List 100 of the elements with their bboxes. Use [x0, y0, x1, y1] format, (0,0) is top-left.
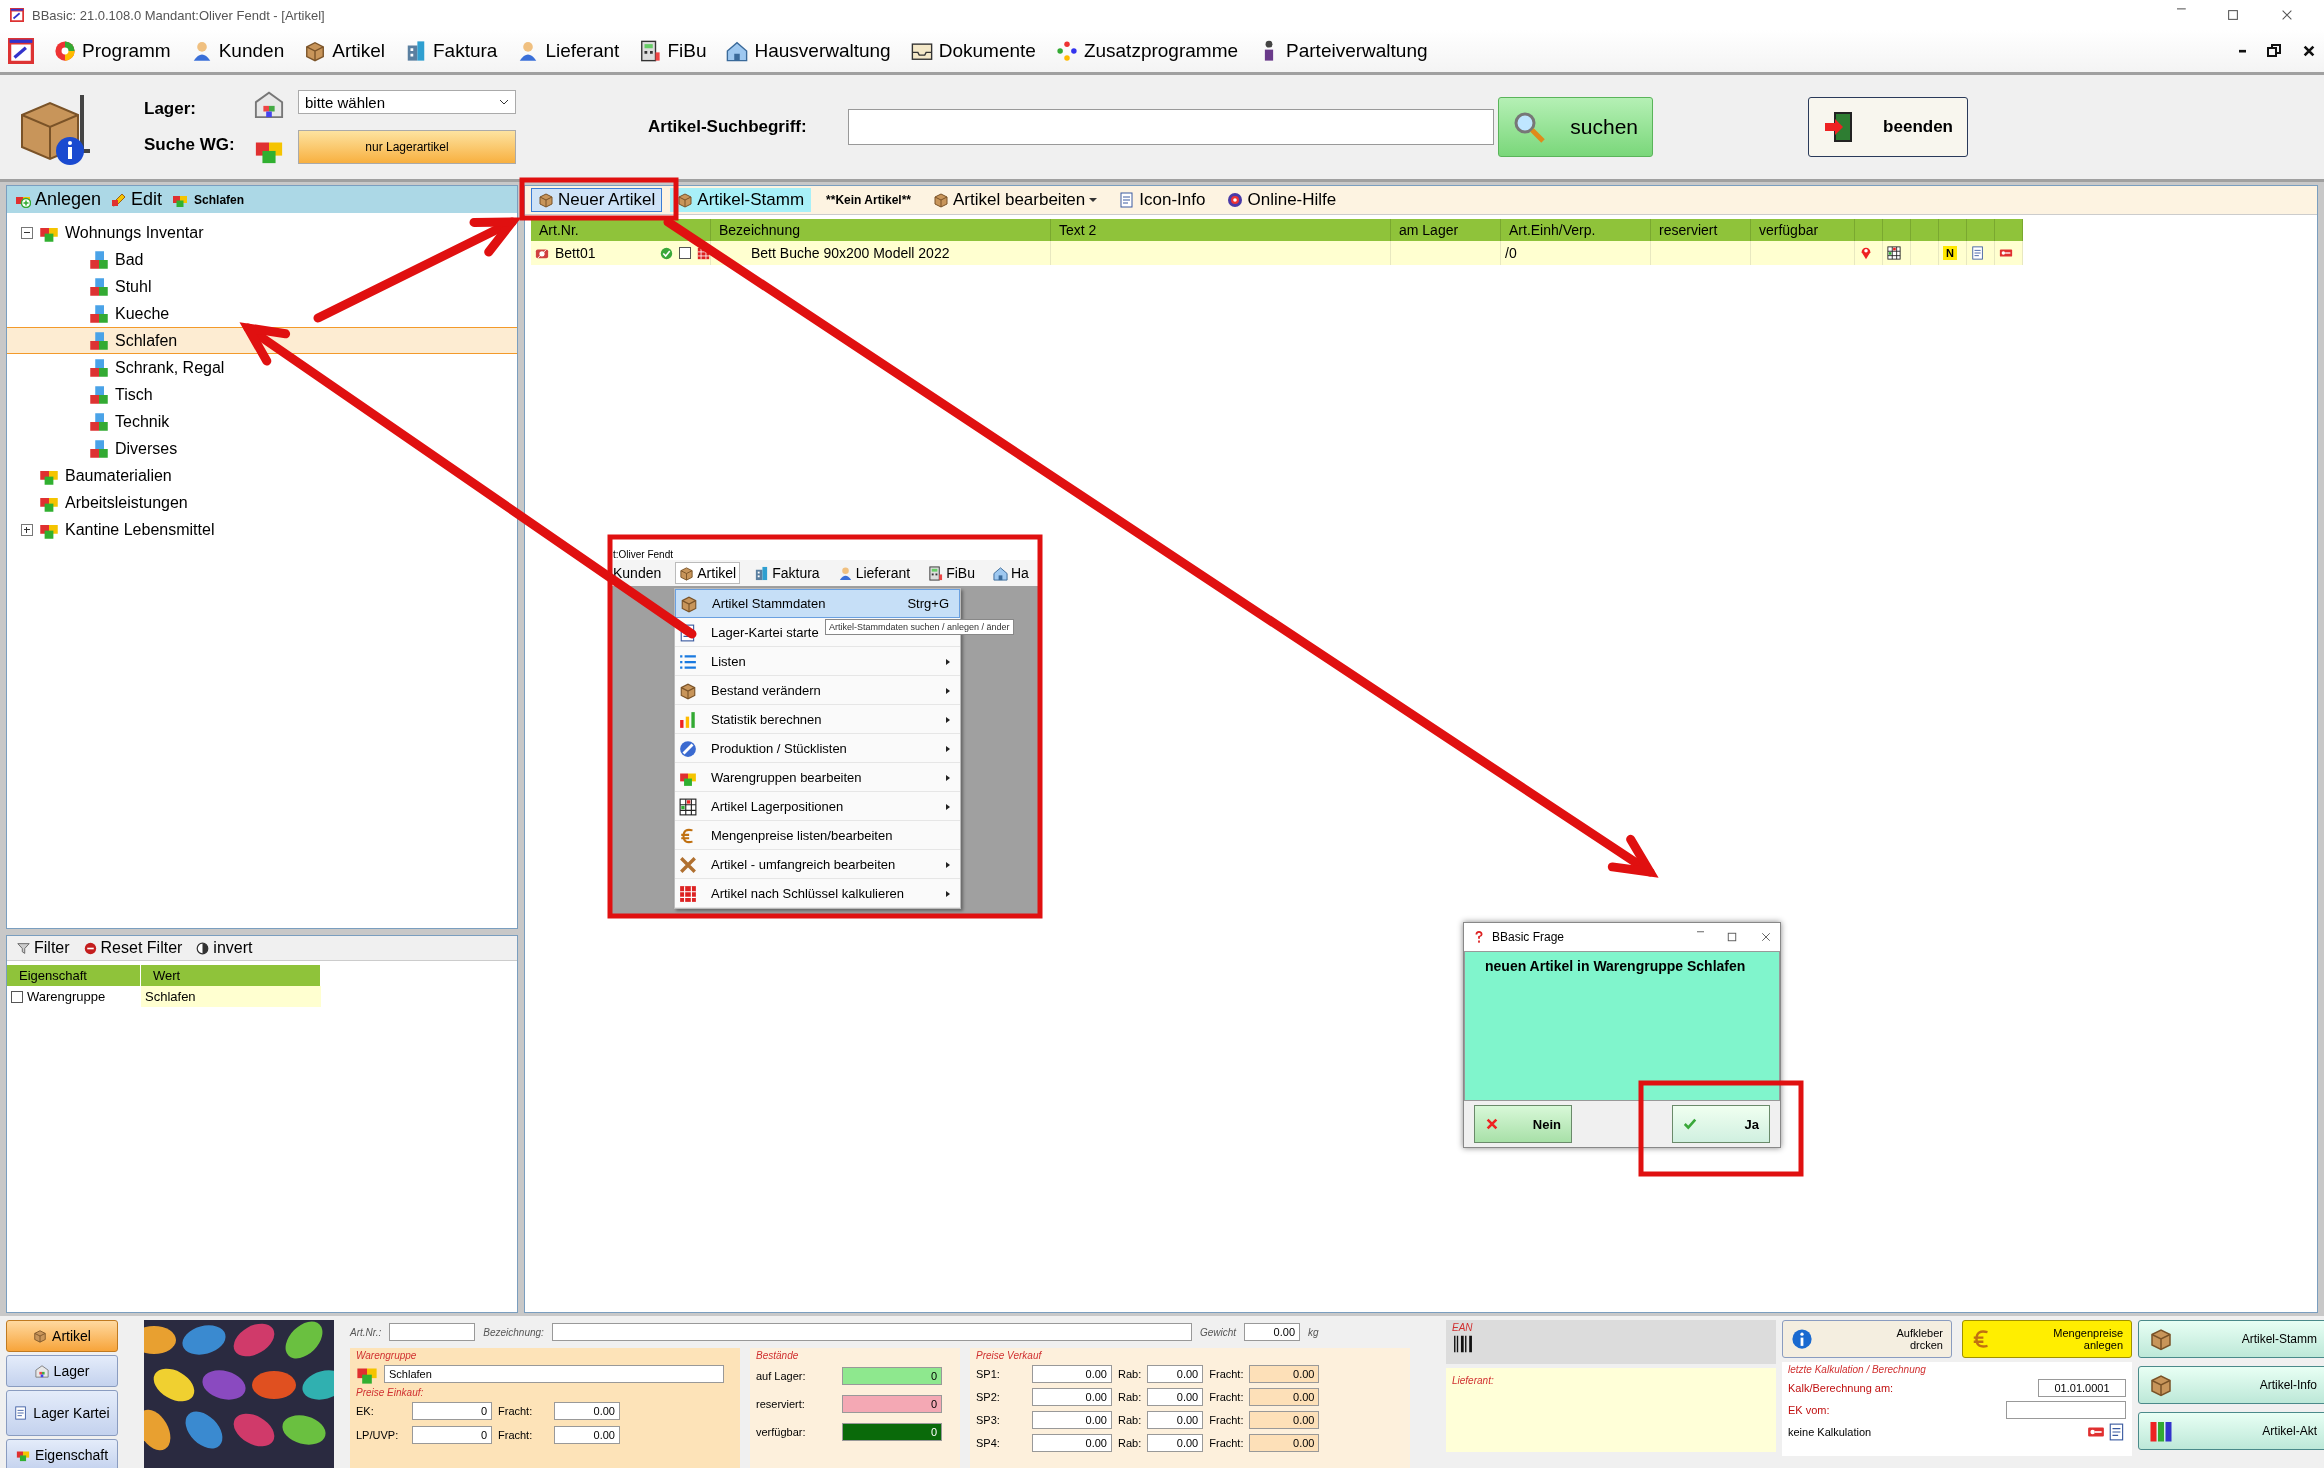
menu-item[interactable]: Produktion / Stücklisten [675, 734, 960, 763]
field-label: Rab: [1118, 1367, 1142, 1380]
stock-field: 0 [842, 1395, 942, 1413]
tree-item[interactable]: Schrank, Regal [7, 354, 517, 381]
menu-item[interactable]: Lieferant [517, 40, 620, 62]
fracht-field[interactable]: 0.00 [1249, 1433, 1320, 1452]
menu-item[interactable]: Faktura [405, 40, 498, 62]
tree-item[interactable]: Schlafen [7, 327, 517, 354]
tree-item[interactable]: Baumaterialien [7, 462, 517, 489]
filter-button[interactable]: Reset Filter [83, 939, 183, 957]
menu-item[interactable]: Parteiverwaltung [1258, 40, 1428, 62]
rabatt-field[interactable]: 0.00 [1147, 1410, 1204, 1429]
tree-item[interactable]: Tisch [7, 381, 517, 408]
checkbox[interactable] [11, 990, 23, 1003]
rabatt-field[interactable]: 0.00 [1147, 1364, 1204, 1383]
menu-item[interactable]: Ha [988, 562, 1033, 584]
menu-item[interactable]: FiBu [639, 40, 707, 62]
fracht-field[interactable]: 0.00 [1249, 1387, 1320, 1406]
ek-field[interactable] [2006, 1401, 2126, 1419]
side-tab[interactable]: Lager Kartei [6, 1390, 118, 1436]
menu-item[interactable]: Dokumente [910, 40, 1036, 62]
toolbar-button[interactable]: Edit [111, 189, 163, 210]
nav-button[interactable]: Artikel-Akt [2138, 1412, 2324, 1450]
price-field[interactable]: 0.00 [1032, 1364, 1112, 1383]
price-field[interactable]: 0 [412, 1426, 492, 1444]
menu-item[interactable]: Artikel Lagerpositionen [675, 792, 960, 821]
side-tab[interactable]: Lager [6, 1355, 118, 1387]
no-button[interactable]: Nein [1474, 1105, 1572, 1143]
menu-item[interactable]: Statistik berechnen [675, 705, 960, 734]
menu-item[interactable]: Faktura [750, 562, 824, 584]
menu-item[interactable]: Kunden [609, 562, 666, 584]
menu-item[interactable]: FiBu [924, 562, 979, 584]
menu-item[interactable]: Artikel - umfangreich bearbeiten [675, 850, 960, 879]
exit-button[interactable]: beenden [1808, 97, 1968, 157]
property-value: Schlafen [141, 986, 321, 1007]
fracht-field[interactable]: 0.00 [554, 1426, 620, 1444]
bezeichnung-field[interactable] [551, 1323, 1192, 1341]
status-badge: N [1943, 246, 1957, 260]
price-field[interactable]: 0.00 [1032, 1410, 1112, 1429]
action-button[interactable]: Aufkleber drcken [1782, 1320, 1952, 1358]
toolbar-button[interactable]: Neuer Artikel [531, 188, 663, 212]
menu-item[interactable]: Artikel [304, 40, 385, 62]
tree-item[interactable]: Diverses [7, 435, 517, 462]
side-tab[interactable]: Eigenschaft [6, 1439, 118, 1468]
rabatt-field[interactable]: 0.00 [1147, 1387, 1204, 1406]
rabatt-field[interactable]: 0.00 [1147, 1433, 1204, 1452]
collapse-icon[interactable] [21, 226, 33, 239]
fracht-field[interactable]: 0.00 [1249, 1364, 1320, 1383]
tree-item[interactable]: Bad [7, 246, 517, 273]
tree-item[interactable]: Stuhl [7, 273, 517, 300]
tree-item[interactable]: Arbeitsleistungen [7, 489, 517, 516]
lager-dropdown[interactable]: bitte wählen [298, 90, 516, 114]
date-field[interactable]: 01.01.0001 [2038, 1379, 2126, 1397]
field-label: Bezeichnung: [483, 1326, 544, 1338]
tree-item[interactable]: Kantine Lebensmittel [7, 516, 517, 543]
menu-item[interactable]: Programm [54, 40, 171, 62]
menu-item[interactable]: Zusatzprogramme [1055, 40, 1239, 62]
filter-button[interactable]: Filter [17, 939, 70, 957]
lagerartikel-button[interactable]: nur Lagerartikel [298, 130, 516, 164]
expand-icon[interactable] [21, 523, 33, 536]
menu-item[interactable]: Bestand verändern [675, 676, 960, 705]
art-nr-text: Bett01 [555, 245, 596, 261]
price-field[interactable]: 0.00 [1032, 1387, 1112, 1406]
menu-item[interactable]: Warengruppen bearbeiten [675, 763, 960, 792]
action-button[interactable]: Mengenpreise anlegen [1962, 1320, 2132, 1358]
menu-item[interactable]: Artikel Stammdaten Strg+G [675, 589, 960, 618]
toolbar-button[interactable]: Online-Hilfe [1220, 188, 1344, 212]
checkbox[interactable] [679, 247, 691, 259]
menu-item[interactable]: Hausverwaltung [726, 40, 891, 62]
calculator-icon [928, 565, 944, 581]
nav-button[interactable]: Artikel-Stamm [2138, 1320, 2324, 1358]
menu-item[interactable]: Artikel [675, 562, 741, 584]
search-field[interactable] [848, 109, 1494, 145]
search-button[interactable]: suchen [1498, 97, 1653, 157]
art-nr-field[interactable] [389, 1323, 476, 1341]
price-field[interactable]: 0 [412, 1402, 492, 1420]
section-title: Preise Einkauf: [356, 1387, 425, 1398]
menu-item[interactable]: Artikel nach Schlüssel kalkulieren [675, 879, 960, 908]
menu-item[interactable]: Kunden [190, 40, 285, 62]
toolbar-button[interactable]: Artikel-Stamm [670, 188, 812, 212]
toolbar-button[interactable]: Anlegen [15, 189, 102, 210]
filter-button[interactable]: invert [196, 939, 253, 957]
toolbar-button[interactable]: Artikel bearbeiten [926, 188, 1105, 212]
menu-item[interactable]: Listen [675, 647, 960, 676]
price-field[interactable]: 0.00 [1032, 1433, 1112, 1452]
tree-item[interactable]: Wohnungs Inventar [7, 219, 517, 246]
tree-item[interactable]: Technik [7, 408, 517, 435]
fracht-field[interactable]: 0.00 [554, 1402, 620, 1420]
menu-item[interactable]: Mengenpreise listen/bearbeiten [675, 821, 960, 850]
warengruppe-field[interactable]: Schlafen [384, 1365, 724, 1383]
yes-button[interactable]: Ja [1672, 1105, 1770, 1143]
nav-button[interactable]: Artikel-Info [2138, 1366, 2324, 1404]
menu-item[interactable]: Lieferant [833, 562, 915, 584]
books-icon [2149, 1419, 2173, 1443]
toolbar-button[interactable]: Icon-Info [1112, 188, 1213, 212]
tree-item[interactable]: Kueche [7, 300, 517, 327]
side-tab[interactable]: Artikel [6, 1320, 118, 1352]
fracht-field[interactable]: 0.00 [1249, 1410, 1320, 1429]
info-icon [1791, 1328, 1813, 1350]
gewicht-field[interactable]: 0.00 [1244, 1323, 1301, 1341]
